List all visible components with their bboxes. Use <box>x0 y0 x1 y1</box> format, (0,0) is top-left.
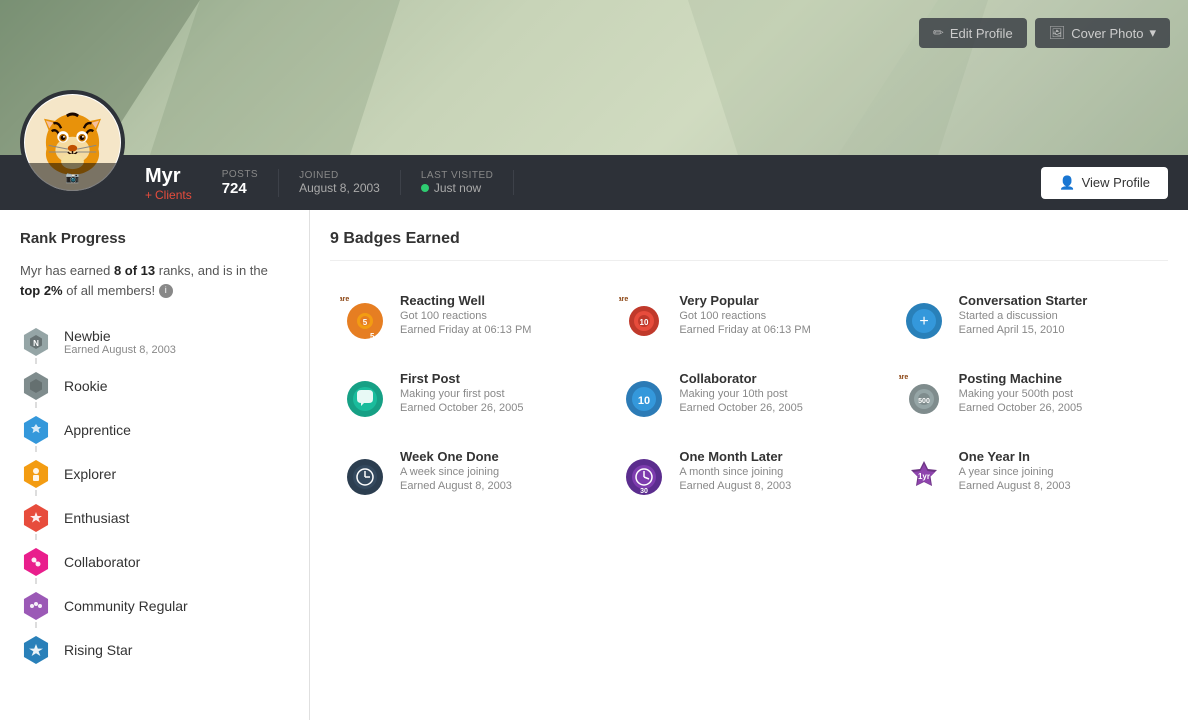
badge-icon-week-one-done <box>340 449 390 499</box>
rank-icon-community-regular <box>20 590 52 622</box>
badge-info-collaborator-badge: Collaborator Making your 10th post Earne… <box>679 371 878 414</box>
main-content: Rank Progress Myr has earned 8 of 13 ran… <box>0 210 1188 720</box>
rank-item-rookie: Rookie <box>20 364 289 408</box>
badge-icon-collaborator-badge: 10 <box>619 371 669 421</box>
svg-text:5: 5 <box>370 332 375 341</box>
rank-item-collaborator: Collaborator <box>20 540 289 584</box>
badge-item-first-post: First Post Making your first post Earned… <box>330 357 609 435</box>
person-icon: 👤 <box>1059 175 1075 191</box>
rank-list: N Newbie Earned August 8, 2003 Rookie <box>20 320 289 672</box>
rank-item-enthusiast: Enthusiast <box>20 496 289 540</box>
last-visited-value: Just now <box>434 181 481 195</box>
rank-progress-sidebar: Rank Progress Myr has earned 8 of 13 ran… <box>0 210 310 720</box>
svg-text:N: N <box>33 339 39 348</box>
rank-icon-collaborator <box>20 546 52 578</box>
profile-stats: POSTS 724 JOINED August 8, 2003 LAST VIS… <box>222 169 515 197</box>
edit-icon: ✏ <box>933 25 944 41</box>
svg-text:5: 5 <box>363 318 368 327</box>
badge-item-reacting-well: rare 5 5 Rea <box>330 279 609 357</box>
rank-item-apprentice: Apprentice <box>20 408 289 452</box>
rank-name-apprentice: Apprentice <box>64 422 131 438</box>
badge-item-one-month-later: 30 One Month Later A month since joining… <box>609 435 888 513</box>
badge-item-posting-machine: rare 500 Posting Machine Making your 500… <box>889 357 1168 435</box>
header-action-buttons: ✏ Edit Profile 🖼 Cover Photo ▾ <box>919 18 1170 48</box>
image-icon: 🖼 <box>1049 25 1066 41</box>
cover-photo-area: ✏ Edit Profile 🖼 Cover Photo ▾ <box>0 0 1188 155</box>
view-profile-button[interactable]: 👤 View Profile <box>1041 167 1168 199</box>
rank-item-explorer: Explorer <box>20 452 289 496</box>
right-content: 9 Badges Earned rare 5 <box>310 210 1188 720</box>
svg-text:1yr: 1yr <box>918 472 930 481</box>
badge-icon-very-popular: rare 10 <box>619 293 669 343</box>
badge-item-week-one-done: Week One Done A week since joining Earne… <box>330 435 609 513</box>
joined-stat: JOINED August 8, 2003 <box>279 170 401 195</box>
svg-text:10: 10 <box>640 318 649 327</box>
rank-icon-explorer <box>20 458 52 490</box>
profile-bar: 📷 Myr Clients POSTS 724 JOINED August 8,… <box>0 155 1188 210</box>
svg-text:500: 500 <box>918 398 930 405</box>
rank-item-rising-star: Rising Star <box>20 628 289 672</box>
svg-text:30: 30 <box>640 488 648 495</box>
rank-name-newbie: Newbie Earned August 8, 2003 <box>64 328 176 356</box>
rank-icon-rising-star <box>20 634 52 666</box>
svg-text:10: 10 <box>638 395 650 407</box>
badge-info-posting-machine: Posting Machine Making your 500th post E… <box>959 371 1158 414</box>
badge-icon-posting-machine: rare 500 <box>899 371 949 421</box>
rank-name-explorer: Explorer <box>64 466 116 482</box>
badges-title: 9 Badges Earned <box>330 230 1168 261</box>
edit-profile-button[interactable]: ✏ Edit Profile <box>919 18 1027 48</box>
badge-icon-reacting-well: rare 5 5 <box>340 293 390 343</box>
badges-grid: rare 5 5 Rea <box>330 279 1168 513</box>
rank-name-community-regular: Community Regular <box>64 598 188 614</box>
rank-description: Myr has earned 8 of 13 ranks, and is in … <box>20 261 289 300</box>
rank-item-community-regular: Community Regular <box>20 584 289 628</box>
rank-item-newbie: N Newbie Earned August 8, 2003 <box>20 320 289 364</box>
svg-text:rare: rare <box>340 296 349 303</box>
badge-icon-first-post <box>340 371 390 421</box>
badge-item-conversation-starter: + Conversation Starter Started a discuss… <box>889 279 1168 357</box>
username: Myr <box>145 164 192 188</box>
badge-info-first-post: First Post Making your first post Earned… <box>400 371 599 414</box>
rank-icon-apprentice <box>20 414 52 446</box>
info-icon[interactable]: i <box>159 284 173 298</box>
rank-icon-enthusiast <box>20 502 52 534</box>
badges-section: 9 Badges Earned rare 5 <box>310 210 1188 720</box>
rank-icon-newbie: N <box>20 326 52 358</box>
rank-name-enthusiast: Enthusiast <box>64 510 129 526</box>
badge-info-reacting-well: Reacting Well Got 100 reactions Earned F… <box>400 293 599 336</box>
user-tag: Clients <box>145 188 192 202</box>
avatar[interactable]: 📷 <box>20 90 125 195</box>
posts-stat: POSTS 724 <box>222 169 279 197</box>
badge-icon-one-month-later: 30 <box>619 449 669 499</box>
badge-info-one-month-later: One Month Later A month since joining Ea… <box>679 449 878 492</box>
badge-icon-conversation-starter: + <box>899 293 949 343</box>
svg-text:+: + <box>919 313 928 330</box>
last-visited-stat: LAST VISITED Just now <box>401 170 515 195</box>
rank-name-rookie: Rookie <box>64 378 108 394</box>
svg-text:rare: rare <box>899 374 908 381</box>
badge-info-conversation-starter: Conversation Starter Started a discussio… <box>959 293 1158 336</box>
online-dot <box>421 184 429 192</box>
rank-name-collaborator: Collaborator <box>64 554 140 570</box>
chevron-down-icon: ▾ <box>1149 25 1156 41</box>
cover-photo-button[interactable]: 🖼 Cover Photo ▾ <box>1035 18 1170 48</box>
rank-name-rising-star: Rising Star <box>64 642 132 658</box>
badge-info-week-one-done: Week One Done A week since joining Earne… <box>400 449 599 492</box>
badge-info-very-popular: Very Popular Got 100 reactions Earned Fr… <box>679 293 878 336</box>
svg-text:rare: rare <box>619 296 628 303</box>
badge-info-one-year-in: One Year In A year since joining Earned … <box>959 449 1158 492</box>
camera-icon: 📷 <box>66 171 80 184</box>
username-block: Myr Clients <box>145 164 192 202</box>
badge-item-collaborator-badge: 10 Collaborator Making your 10th post Ea… <box>609 357 888 435</box>
avatar-edit-overlay[interactable]: 📷 <box>24 163 121 191</box>
badge-item-one-year-in: 1yr One Year In A year since joining Ear… <box>889 435 1168 513</box>
rank-icon-rookie <box>20 370 52 402</box>
rank-progress-title: Rank Progress <box>20 230 289 247</box>
badge-icon-one-year-in: 1yr <box>899 449 949 499</box>
badge-item-very-popular: rare 10 Very Popular Got 100 reactions <box>609 279 888 357</box>
